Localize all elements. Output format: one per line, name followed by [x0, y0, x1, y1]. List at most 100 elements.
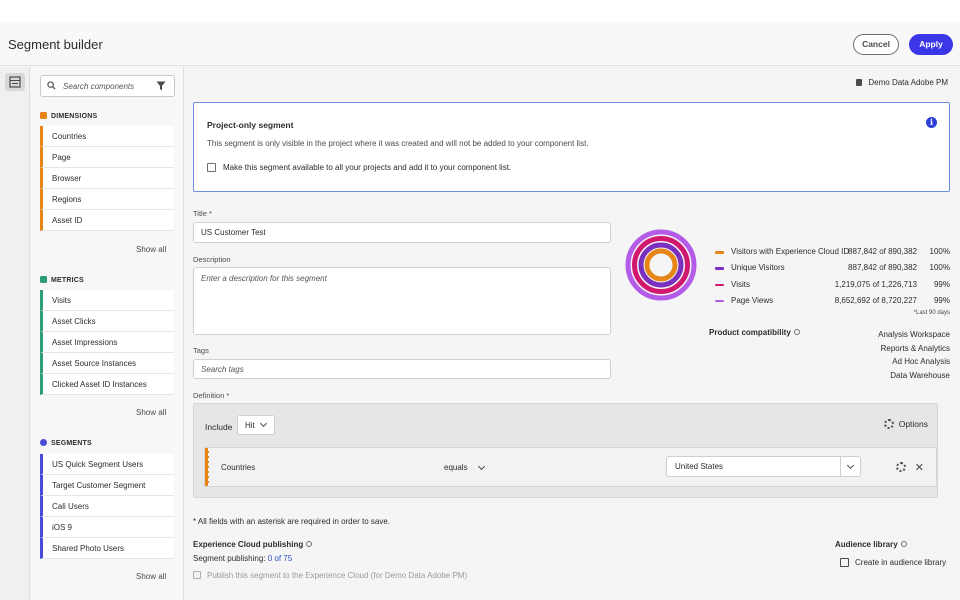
container-type-select[interactable]: Hit: [237, 415, 275, 435]
chevron-down-icon: [477, 462, 486, 471]
components-panel-icon[interactable]: [5, 73, 25, 91]
list-item[interactable]: Regions: [40, 189, 174, 210]
legend-percent: 100%: [929, 247, 950, 256]
project-only-notice: Project-only segment This segment is onl…: [193, 102, 950, 192]
chevron-down-icon: [846, 461, 855, 470]
list-item[interactable]: Asset ID: [40, 210, 174, 231]
legend-swatch: [715, 283, 724, 287]
list-item[interactable]: US Quick Segment Users: [40, 454, 174, 475]
info-icon[interactable]: [793, 329, 800, 335]
options-button[interactable]: Options: [883, 419, 928, 429]
top-strip: [0, 0, 960, 22]
info-icon[interactable]: [900, 541, 907, 547]
metrics-list: Visits Asset Clicks Asset Impressions As…: [40, 290, 174, 395]
close-icon[interactable]: ✕: [915, 461, 924, 474]
list-item[interactable]: Asset Clicks: [40, 311, 174, 332]
header-bar: Segment builder Cancel Apply: [0, 22, 960, 66]
list-item[interactable]: Asset Source Instances: [40, 353, 174, 374]
create-in-audience-library-link[interactable]: Create in audience library: [840, 558, 946, 567]
list-item[interactable]: Target Customer Segment: [40, 475, 174, 496]
compat-item: Analysis Workspace: [878, 330, 950, 339]
data-view-selector[interactable]: Demo Data Adobe PM: [856, 78, 948, 87]
segment-summary-rings: [625, 229, 697, 301]
legend-percent: 100%: [929, 263, 950, 273]
list-item[interactable]: Countries: [40, 126, 174, 147]
make-available-label[interactable]: Make this segment available to all your …: [223, 163, 511, 172]
page-views-ring: [625, 229, 697, 301]
legend-swatch: [715, 251, 724, 254]
segments-list: US Quick Segment Users Target Customer S…: [40, 454, 174, 559]
legend-name: Page Views: [731, 295, 774, 305]
drag-handle[interactable]: [205, 448, 209, 486]
value-select[interactable]: United States: [666, 456, 861, 477]
audience-library-label: Audience library: [835, 540, 907, 549]
ec-publishing-label: Experience Cloud publishing: [193, 540, 313, 549]
list-item[interactable]: iOS 9: [40, 517, 174, 538]
rule-row: Countries equals United States ✕: [204, 447, 937, 487]
segment-editor: Demo Data Adobe PM Project-only segment …: [185, 67, 960, 600]
last-90-days-note: *Last 90 days: [913, 310, 950, 316]
metrics-show-all-link[interactable]: Show all: [136, 408, 166, 417]
page-title: Segment builder: [8, 37, 103, 52]
legend-swatch: [715, 299, 724, 303]
tags-label: Tags: [193, 346, 209, 355]
value-dropdown-button[interactable]: [840, 457, 860, 476]
legend-percent: 99%: [933, 279, 950, 289]
notice-title: Project-only segment: [207, 120, 294, 130]
legend-value: 887,842 of 890,382: [848, 247, 917, 256]
list-item[interactable]: Page: [40, 147, 174, 168]
rule-dimension[interactable]: Countries: [221, 463, 255, 472]
title-field[interactable]: US Customer Test: [193, 222, 611, 243]
left-rail: [0, 67, 30, 600]
ecid-visitors-ring: [644, 248, 678, 282]
search-icon: [47, 81, 56, 90]
info-icon[interactable]: i: [926, 117, 937, 128]
list-item[interactable]: Asset Impressions: [40, 332, 174, 353]
required-fields-note: * All fields with an asterisk are requir…: [193, 517, 390, 526]
publish-checkbox[interactable]: [193, 571, 201, 579]
segments-icon: [40, 439, 47, 446]
legend-row: Unique Visitors 887,842 of 890,382 100%: [715, 263, 950, 279]
dimensions-heading: DIMENSIONS: [40, 112, 97, 120]
search-components-input[interactable]: Search components: [40, 75, 175, 97]
legend-swatch: [715, 267, 724, 270]
legend-row: Visitors with Experience Cloud ID 887,84…: [715, 247, 950, 263]
legend-name: Visitors with Experience Cloud ID: [731, 247, 850, 256]
chevron-down-icon: [259, 419, 268, 428]
list-item[interactable]: Cali Users: [40, 496, 174, 517]
publishing-count-link[interactable]: 0 of 75: [268, 554, 292, 563]
external-link-icon: [840, 558, 849, 567]
summary-legend: Visitors with Experience Cloud ID 887,84…: [715, 247, 950, 312]
legend-value: 8,652,692 of 8,720,227: [834, 295, 917, 305]
publish-checkbox-label[interactable]: Publish this segment to the Experience C…: [207, 571, 467, 580]
segments-show-all-link[interactable]: Show all: [136, 572, 166, 581]
make-available-checkbox[interactable]: [207, 163, 216, 172]
include-label: Include: [205, 422, 233, 432]
gear-icon[interactable]: [896, 462, 906, 472]
legend-percent: 99%: [933, 295, 950, 305]
component-sidebar: Search components DIMENSIONS Countries P…: [31, 67, 184, 600]
list-item[interactable]: Visits: [40, 290, 174, 311]
dimensions-list: Countries Page Browser Regions Asset ID: [40, 126, 174, 231]
list-item[interactable]: Clicked Asset ID Instances: [40, 374, 174, 395]
tags-input[interactable]: Search tags: [193, 359, 611, 379]
operator-select[interactable]: equals: [444, 462, 486, 472]
cancel-button[interactable]: Cancel: [853, 34, 899, 55]
metrics-icon: [40, 276, 47, 283]
list-item[interactable]: Shared Photo Users: [40, 538, 174, 559]
dimensions-show-all-link[interactable]: Show all: [136, 245, 166, 254]
metrics-heading: METRICS: [40, 276, 84, 284]
apply-button[interactable]: Apply: [909, 34, 953, 55]
info-icon[interactable]: [306, 541, 313, 547]
list-item[interactable]: Browser: [40, 168, 174, 189]
gear-icon: [883, 419, 894, 429]
filter-icon[interactable]: [156, 81, 166, 91]
product-compatibility-list: Analysis Workspace Reports & Analytics A…: [878, 328, 950, 382]
definition-label: Definition *: [193, 391, 230, 400]
segment-publishing-count: Segment publishing: 0 of 75: [193, 554, 293, 563]
legend-name: Unique Visitors: [731, 263, 785, 273]
description-field[interactable]: Enter a description for this segment: [193, 267, 611, 335]
compat-item: Reports & Analytics: [880, 343, 950, 353]
title-label: Title *: [193, 209, 212, 218]
compat-item: Data Warehouse: [890, 370, 950, 380]
